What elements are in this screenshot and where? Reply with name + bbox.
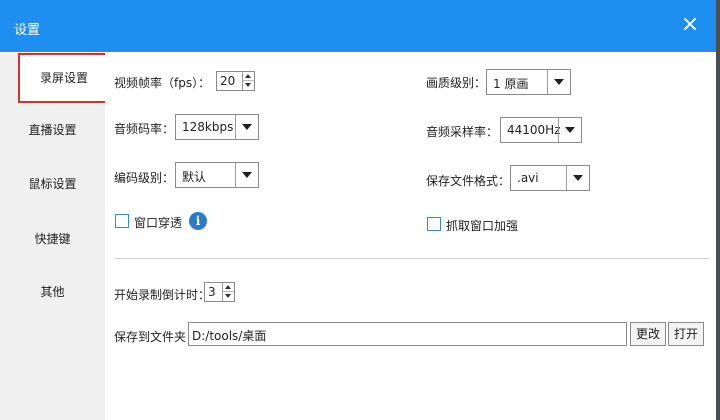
chevron-down-icon [554, 79, 564, 85]
countdown-value: 3 [208, 285, 216, 299]
quality-select[interactable]: 1 原画 [486, 69, 571, 95]
chevron-down-icon [573, 175, 583, 181]
window-through-label: 窗口穿透 [134, 216, 183, 230]
countdown-decrement-button[interactable] [223, 292, 234, 301]
encode-level-label: 编码级别： [114, 171, 175, 185]
countdown-label: 开始录制倒计时： [114, 288, 211, 302]
countdown-stepper[interactable]: 3 [204, 282, 235, 302]
sidebar-item-live-settings[interactable]: 直播设置 [0, 110, 105, 150]
save-folder-label: 保存到文件夹： [114, 330, 199, 344]
format-value: .avi [517, 171, 539, 185]
change-folder-button[interactable]: 更改 [630, 322, 666, 346]
save-folder-value: D:/tools/桌面 [192, 329, 267, 343]
fps-decrement-button[interactable] [243, 81, 254, 90]
title-bar: 设置 × [0, 0, 716, 52]
quality-label: 画质级别： [426, 76, 487, 90]
countdown-increment-button[interactable] [223, 283, 234, 292]
record-settings-panel: 视频帧率（fps）： 20 画质级别： 1 原画 音频码率： 128kbps 音… [105, 52, 716, 420]
encode-level-value: 默认 [182, 170, 207, 184]
sidebar: 录屏设置 直播设置 鼠标设置 快捷键 其他 [0, 52, 110, 420]
chevron-down-icon [565, 127, 575, 133]
encode-level-select[interactable]: 默认 [175, 162, 259, 188]
enhance-capture-label: 抓取窗口加强 [446, 219, 519, 233]
close-icon[interactable]: × [680, 14, 700, 36]
sidebar-item-mouse-settings[interactable]: 鼠标设置 [0, 164, 105, 204]
chevron-down-icon [242, 124, 252, 130]
background-app-edge [716, 0, 720, 420]
quality-value: 1 原画 [493, 77, 529, 91]
divider [115, 258, 709, 259]
audio-bitrate-label: 音频码率： [114, 122, 175, 136]
info-icon[interactable]: i [189, 212, 207, 230]
fps-label: 视频帧率（fps）： [114, 76, 211, 90]
sample-rate-select[interactable]: 44100Hz [500, 117, 582, 143]
sidebar-item-other[interactable]: 其他 [0, 272, 105, 312]
fps-increment-button[interactable] [243, 72, 254, 81]
audio-bitrate-value: 128kbps [182, 120, 234, 134]
settings-dialog: 设置 × 录屏设置 直播设置 鼠标设置 快捷键 其他 视频帧率（fps）： 20… [0, 0, 716, 420]
audio-bitrate-select[interactable]: 128kbps [175, 114, 259, 140]
format-label: 保存文件格式： [426, 174, 511, 188]
window-title: 设置 [14, 23, 41, 38]
sample-rate-value: 44100Hz [507, 123, 561, 137]
enhance-capture-checkbox[interactable] [427, 217, 441, 231]
chevron-down-icon [242, 172, 252, 178]
open-folder-button[interactable]: 打开 [668, 322, 704, 346]
save-folder-input[interactable]: D:/tools/桌面 [188, 322, 627, 346]
sidebar-item-record-settings[interactable]: 录屏设置 [18, 53, 110, 103]
fps-stepper[interactable]: 20 [216, 71, 255, 91]
format-select[interactable]: .avi [510, 165, 590, 191]
fps-value: 20 [220, 74, 236, 88]
sample-rate-label: 音频采样率： [426, 125, 499, 139]
sidebar-item-shortcuts[interactable]: 快捷键 [0, 219, 105, 259]
window-through-checkbox[interactable] [115, 214, 129, 228]
